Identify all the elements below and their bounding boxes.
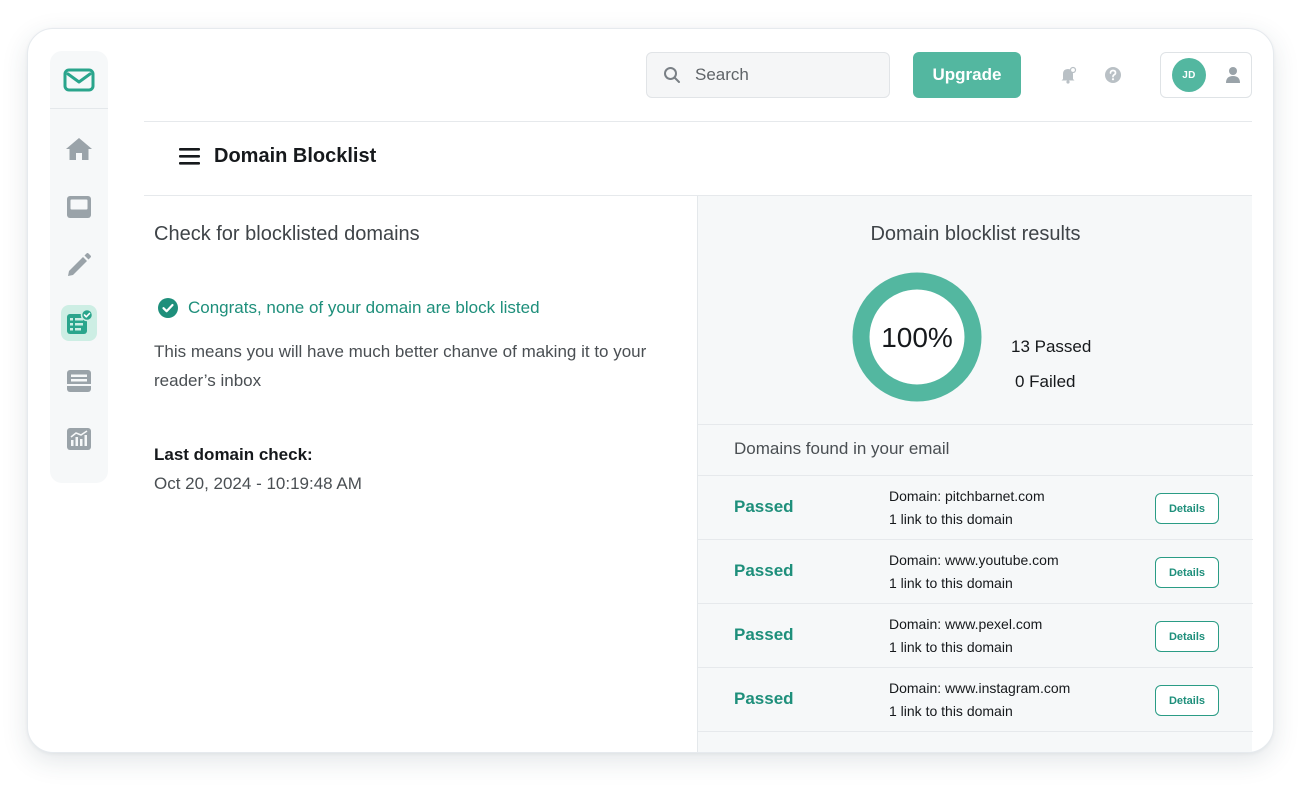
row-domain: Domain: www.instagram.com — [889, 680, 1071, 696]
row-link-count: 1 link to this domain — [889, 703, 1013, 719]
row-domain: Domain: pitchbarnet.com — [889, 488, 1045, 504]
last-check-value: Oct 20, 2024 - 10:19:48 AM — [154, 474, 362, 493]
row-divider — [698, 731, 1253, 732]
app-logo[interactable] — [50, 51, 108, 109]
results-title: Domain blocklist results — [870, 223, 1081, 245]
page-title: Domain Blocklist — [214, 145, 377, 167]
bell-icon — [1061, 66, 1077, 84]
domain-row: Passed Domain: www.youtube.com 1 link to… — [698, 540, 1253, 604]
upgrade-button[interactable]: Upgrade — [913, 52, 1021, 98]
mail-check-icon — [63, 68, 95, 91]
sidebar-item-home[interactable] — [61, 131, 97, 167]
details-button[interactable]: Details — [1155, 685, 1219, 716]
sidebar-item-blocklist[interactable] — [61, 305, 97, 341]
domain-row: Passed Domain: www.pexel.com 1 link to t… — [698, 604, 1253, 668]
row-domain: Domain: www.youtube.com — [889, 552, 1059, 568]
help-button[interactable] — [1103, 65, 1123, 85]
description-text: This means you will have much better cha… — [154, 342, 647, 390]
row-domain: Domain: www.pexel.com — [889, 616, 1043, 632]
sidebar-item-analytics[interactable] — [61, 421, 97, 457]
row-status: Passed — [734, 625, 794, 644]
hamburger-menu-icon[interactable] — [179, 148, 200, 165]
home-icon — [66, 138, 92, 160]
page-header: Domain Blocklist — [179, 145, 376, 168]
row-link-count: 1 link to this domain — [889, 575, 1013, 591]
check-heading: Check for blocklisted domains — [154, 223, 420, 245]
sidebar-item-inbox[interactable] — [61, 189, 97, 225]
search-icon — [664, 67, 680, 83]
check-circle-icon — [158, 298, 178, 318]
person-icon — [1226, 67, 1240, 83]
row-status: Passed — [734, 561, 794, 580]
checklist-icon — [67, 309, 93, 334]
congrats-text: Congrats, none of your domain are block … — [188, 298, 540, 317]
profile-menu[interactable]: JD — [1160, 52, 1252, 98]
row-link-count: 1 link to this domain — [889, 511, 1013, 527]
results-panel: Domain blocklist results 100% 13 Passed … — [697, 196, 1253, 752]
passed-count: 13 Passed — [1011, 337, 1092, 356]
sidebar-item-archive[interactable] — [61, 363, 97, 399]
header-divider — [144, 121, 1252, 122]
search-input[interactable] — [693, 64, 873, 86]
details-button[interactable]: Details — [1155, 493, 1219, 524]
domain-row: Passed Domain: www.instagram.com 1 link … — [698, 668, 1253, 732]
pass-rate-label: 100% — [881, 322, 953, 353]
row-status: Passed — [734, 497, 794, 516]
results-divider — [698, 424, 1253, 425]
help-icon — [1105, 67, 1121, 83]
details-button[interactable]: Details — [1155, 557, 1219, 588]
congrats-message: Congrats, none of your domain are block … — [158, 298, 540, 318]
sidebar — [50, 51, 108, 483]
pencil-icon — [68, 253, 91, 276]
row-link-count: 1 link to this domain — [889, 639, 1013, 655]
inbox-icon — [67, 196, 91, 218]
found-domains-title: Domains found in your email — [734, 439, 950, 458]
row-status: Passed — [734, 689, 794, 708]
domain-row: Passed Domain: pitchbarnet.com 1 link to… — [698, 476, 1253, 540]
archive-tray-icon — [67, 370, 91, 392]
sidebar-item-compose[interactable] — [61, 247, 97, 283]
pass-rate-donut: 100% — [852, 272, 982, 402]
notifications-button[interactable] — [1058, 65, 1078, 85]
search-box[interactable] — [646, 52, 890, 98]
analytics-chart-icon — [67, 428, 91, 450]
details-button[interactable]: Details — [1155, 621, 1219, 652]
app-window: Upgrade JD Domain Blocklist Che — [27, 28, 1274, 753]
failed-count: 0 Failed — [1015, 372, 1076, 391]
avatar: JD — [1172, 58, 1206, 92]
last-check-label: Last domain check: — [154, 445, 313, 464]
